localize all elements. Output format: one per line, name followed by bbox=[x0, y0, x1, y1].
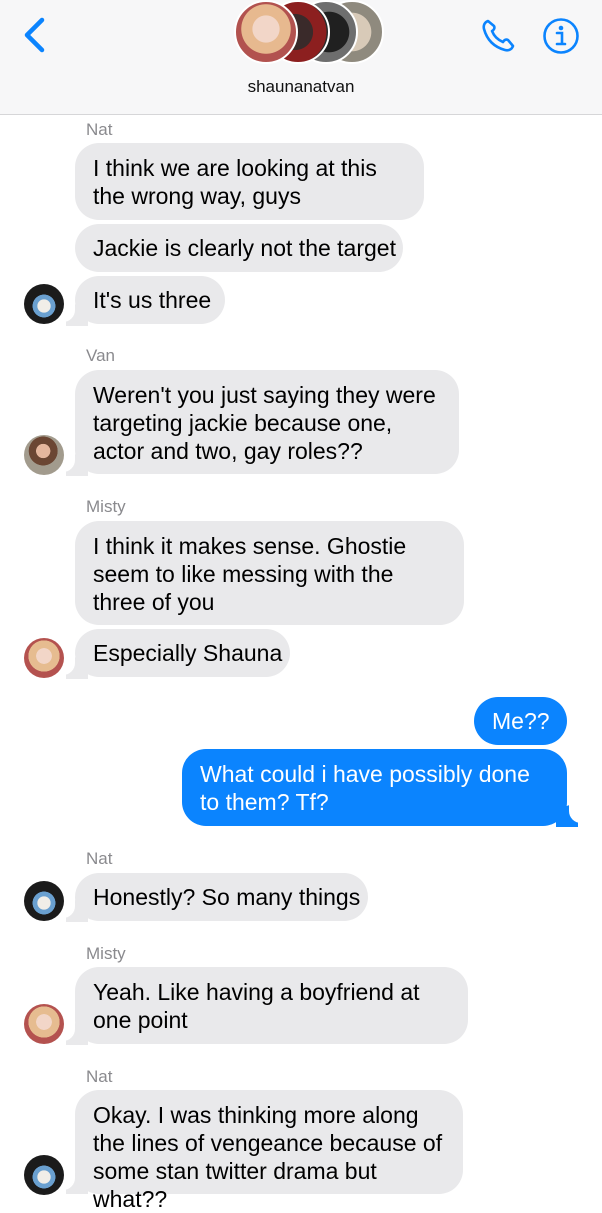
message-bubble[interactable]: Weren't you just saying they were target… bbox=[75, 370, 459, 474]
message-bubble[interactable]: Especially Shauna bbox=[75, 629, 290, 677]
message-bubble[interactable]: Honestly? So many things bbox=[75, 873, 368, 921]
message-bubble[interactable]: Jackie is clearly not the target bbox=[75, 224, 403, 272]
message-bubble[interactable]: I think we are looking at this the wrong… bbox=[75, 143, 424, 220]
chevron-left-icon bbox=[24, 17, 45, 53]
sender-label: Misty bbox=[86, 944, 126, 963]
avatar[interactable] bbox=[24, 284, 64, 324]
info-icon bbox=[543, 18, 579, 54]
avatar[interactable] bbox=[24, 638, 64, 678]
sender-label: Nat bbox=[86, 849, 113, 868]
group-avatar-1 bbox=[234, 0, 298, 64]
sender-label: Van bbox=[86, 346, 115, 365]
message-bubble[interactable]: Okay. I was thinking more along the line… bbox=[75, 1090, 463, 1212]
sender-label: Nat bbox=[86, 120, 113, 139]
info-button[interactable] bbox=[541, 16, 581, 56]
avatar[interactable] bbox=[24, 881, 64, 921]
phone-icon bbox=[482, 19, 515, 52]
message-bubble[interactable]: I think it makes sense. Ghostie seem to … bbox=[75, 521, 464, 625]
conversation-header: shaunanatvan bbox=[0, 0, 602, 115]
sender-label: Nat bbox=[86, 1067, 113, 1086]
message-bubble-sent[interactable]: Me?? bbox=[474, 697, 567, 745]
message-bubble[interactable]: It's us three bbox=[75, 276, 225, 324]
avatar[interactable] bbox=[24, 1155, 64, 1195]
message-bubble[interactable]: Yeah. Like having a boyfriend at one poi… bbox=[75, 967, 468, 1044]
message-bubble-sent[interactable]: What could i have possibly done to them?… bbox=[182, 749, 567, 826]
back-button[interactable] bbox=[18, 14, 52, 56]
call-button[interactable] bbox=[478, 16, 518, 56]
group-name[interactable]: shaunanatvan bbox=[0, 77, 602, 97]
group-avatars[interactable] bbox=[232, 0, 384, 66]
avatar[interactable] bbox=[24, 1004, 64, 1044]
sender-label: Misty bbox=[86, 497, 126, 516]
avatar[interactable] bbox=[24, 435, 64, 475]
